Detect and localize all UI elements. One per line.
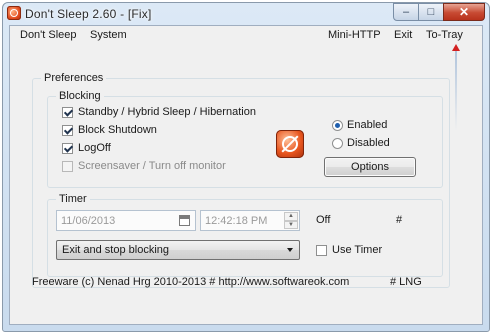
checkbox-box[interactable] — [62, 142, 73, 154]
screensaver-checkbox[interactable]: Screensaver / Turn off monitor — [62, 160, 226, 172]
enabled-radio[interactable]: Enabled — [332, 119, 387, 131]
standby-label: Standby / Hybrid Sleep / Hibernation — [78, 106, 256, 118]
checkbox-box[interactable] — [62, 160, 73, 172]
radio-dot[interactable] — [332, 119, 343, 131]
dont-sleep-logo-icon[interactable] — [276, 130, 304, 158]
time-spinner[interactable]: ▲ ▼ — [284, 212, 298, 229]
calendar-icon[interactable] — [179, 215, 190, 226]
screensaver-label: Screensaver / Turn off monitor — [78, 160, 226, 172]
tray-arrow-icon — [452, 44, 460, 51]
preferences-label: Preferences — [41, 72, 107, 84]
block-shutdown-label: Block Shutdown — [78, 124, 157, 136]
client-area: Don't Sleep System Mini-HTTP Exit To-Tra… — [9, 25, 483, 325]
menu-to-tray[interactable]: To-Tray — [426, 29, 463, 41]
close-button[interactable]: ✕ — [443, 3, 485, 21]
blocking-group: Blocking Standby / Hybrid Sleep / Hibern… — [47, 90, 443, 188]
use-timer-label: Use Timer — [332, 244, 383, 256]
footer-copyright[interactable]: Freeware (c) Nenad Hrg 2010-2013 # http:… — [32, 276, 349, 288]
tray-indicator-bar — [455, 51, 457, 131]
preferences-group: Preferences Blocking Standby / Hybrid Sl… — [32, 72, 450, 288]
app-icon[interactable] — [7, 6, 21, 20]
menu-bar: Don't Sleep System Mini-HTTP Exit To-Tra… — [10, 26, 482, 46]
timer-label: Timer — [56, 193, 90, 205]
chevron-down-icon — [287, 248, 293, 252]
enabled-label: Enabled — [347, 119, 388, 131]
timer-action-value: Exit and stop blocking — [62, 244, 170, 256]
time-value: 12:42:18 PM — [205, 214, 268, 227]
window-controls: – □ ✕ — [393, 3, 485, 22]
maximize-button[interactable]: □ — [418, 3, 444, 21]
minimize-button[interactable]: – — [393, 3, 419, 21]
logoff-checkbox[interactable]: LogOff — [62, 142, 111, 154]
standby-checkbox[interactable]: Standby / Hybrid Sleep / Hibernation — [62, 106, 256, 118]
checkbox-box[interactable] — [62, 106, 73, 118]
title-bar[interactable]: Don't Sleep 2.60 - [Fix] – □ ✕ — [3, 3, 489, 25]
checkbox-box[interactable] — [62, 124, 73, 136]
app-window: Don't Sleep 2.60 - [Fix] – □ ✕ Don't Sle… — [2, 2, 490, 332]
menu-exit[interactable]: Exit — [394, 29, 412, 41]
timer-hash: # — [396, 214, 403, 226]
timer-status: Off — [316, 214, 331, 226]
menu-dont-sleep[interactable]: Don't Sleep — [20, 29, 77, 41]
timer-action-select[interactable]: Exit and stop blocking — [56, 240, 300, 260]
spin-down-icon[interactable]: ▼ — [284, 220, 298, 229]
blocking-label: Blocking — [56, 90, 104, 102]
checkbox-box[interactable] — [316, 244, 327, 256]
logoff-label: LogOff — [78, 142, 111, 154]
timer-group: Timer 11/06/2013 12:42:18 PM ▲ ▼ Off # E… — [47, 193, 443, 277]
date-picker[interactable]: 11/06/2013 — [56, 210, 196, 231]
window-title: Don't Sleep 2.60 - [Fix] — [25, 7, 152, 21]
use-timer-checkbox[interactable]: Use Timer — [316, 244, 382, 256]
language-link[interactable]: # LNG — [390, 276, 422, 288]
spin-up-icon[interactable]: ▲ — [284, 212, 298, 221]
disabled-radio[interactable]: Disabled — [332, 137, 390, 149]
date-value: 11/06/2013 — [61, 214, 116, 227]
menu-system[interactable]: System — [90, 29, 127, 41]
block-shutdown-checkbox[interactable]: Block Shutdown — [62, 124, 157, 136]
menu-mini-http[interactable]: Mini-HTTP — [328, 29, 381, 41]
time-picker[interactable]: 12:42:18 PM ▲ ▼ — [200, 210, 300, 231]
disabled-label: Disabled — [347, 137, 390, 149]
options-button[interactable]: Options — [324, 157, 416, 177]
radio-dot[interactable] — [332, 137, 343, 149]
